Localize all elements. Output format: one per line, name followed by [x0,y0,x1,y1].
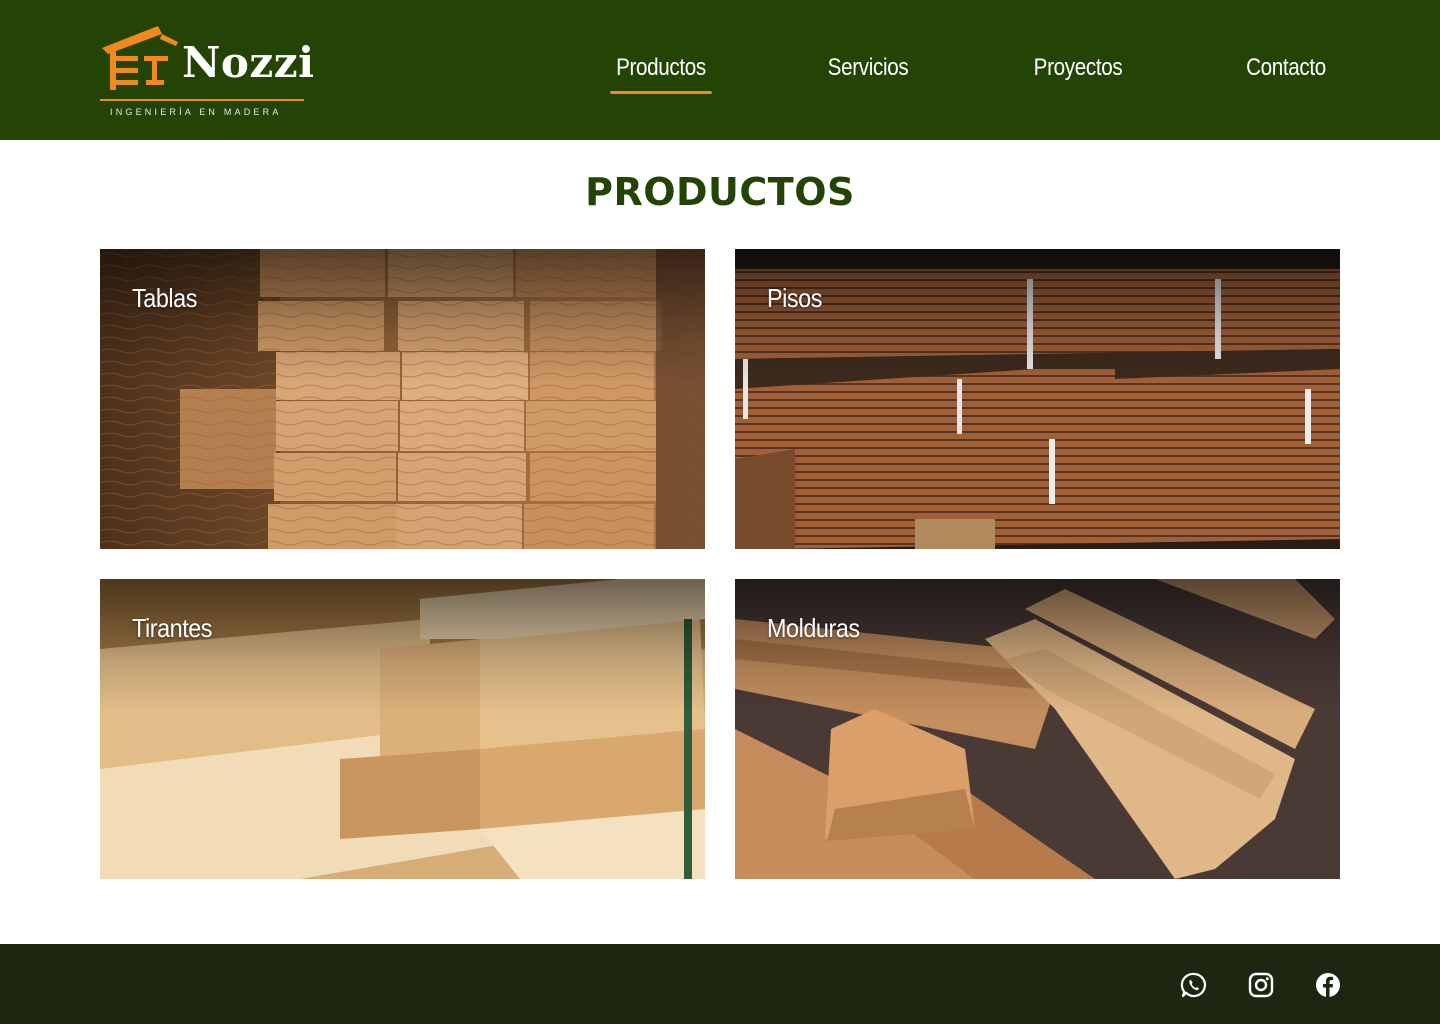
product-card-molduras[interactable]: Molduras [735,579,1340,879]
nav-contacto[interactable]: Contacto [1245,54,1328,94]
page-title: PRODUCTOS [585,170,855,214]
card-overlay [735,249,1340,549]
facebook-icon[interactable] [1314,971,1342,999]
brand-tagline: INGENIERÍA EN MADERA [110,107,282,117]
product-card-pisos[interactable]: Pisos [735,249,1340,549]
product-label-tablas: Tablas [132,283,197,313]
brand-name: Nozzi [182,38,315,87]
logo-divider [100,99,304,101]
site-footer [0,944,1440,1024]
product-card-tablas[interactable]: Tablas [100,249,705,549]
instagram-icon[interactable] [1247,971,1275,999]
nav-proyectos[interactable]: Proyectos [1030,54,1126,94]
product-card-tirantes[interactable]: Tirantes [100,579,705,879]
product-label-tirantes: Tirantes [132,613,213,643]
nav-productos[interactable]: Productos [610,54,712,94]
product-label-pisos: Pisos [767,283,822,313]
whatsapp-icon[interactable] [1180,971,1208,999]
nav-servicios[interactable]: Servicios [825,54,911,94]
site-header: Nozzi INGENIERÍA EN MADERA Productos Ser… [0,0,1440,140]
roof-house-logo-icon [102,26,178,90]
logo[interactable]: Nozzi INGENIERÍA EN MADERA [100,22,314,122]
product-label-molduras: Molduras [767,613,860,643]
